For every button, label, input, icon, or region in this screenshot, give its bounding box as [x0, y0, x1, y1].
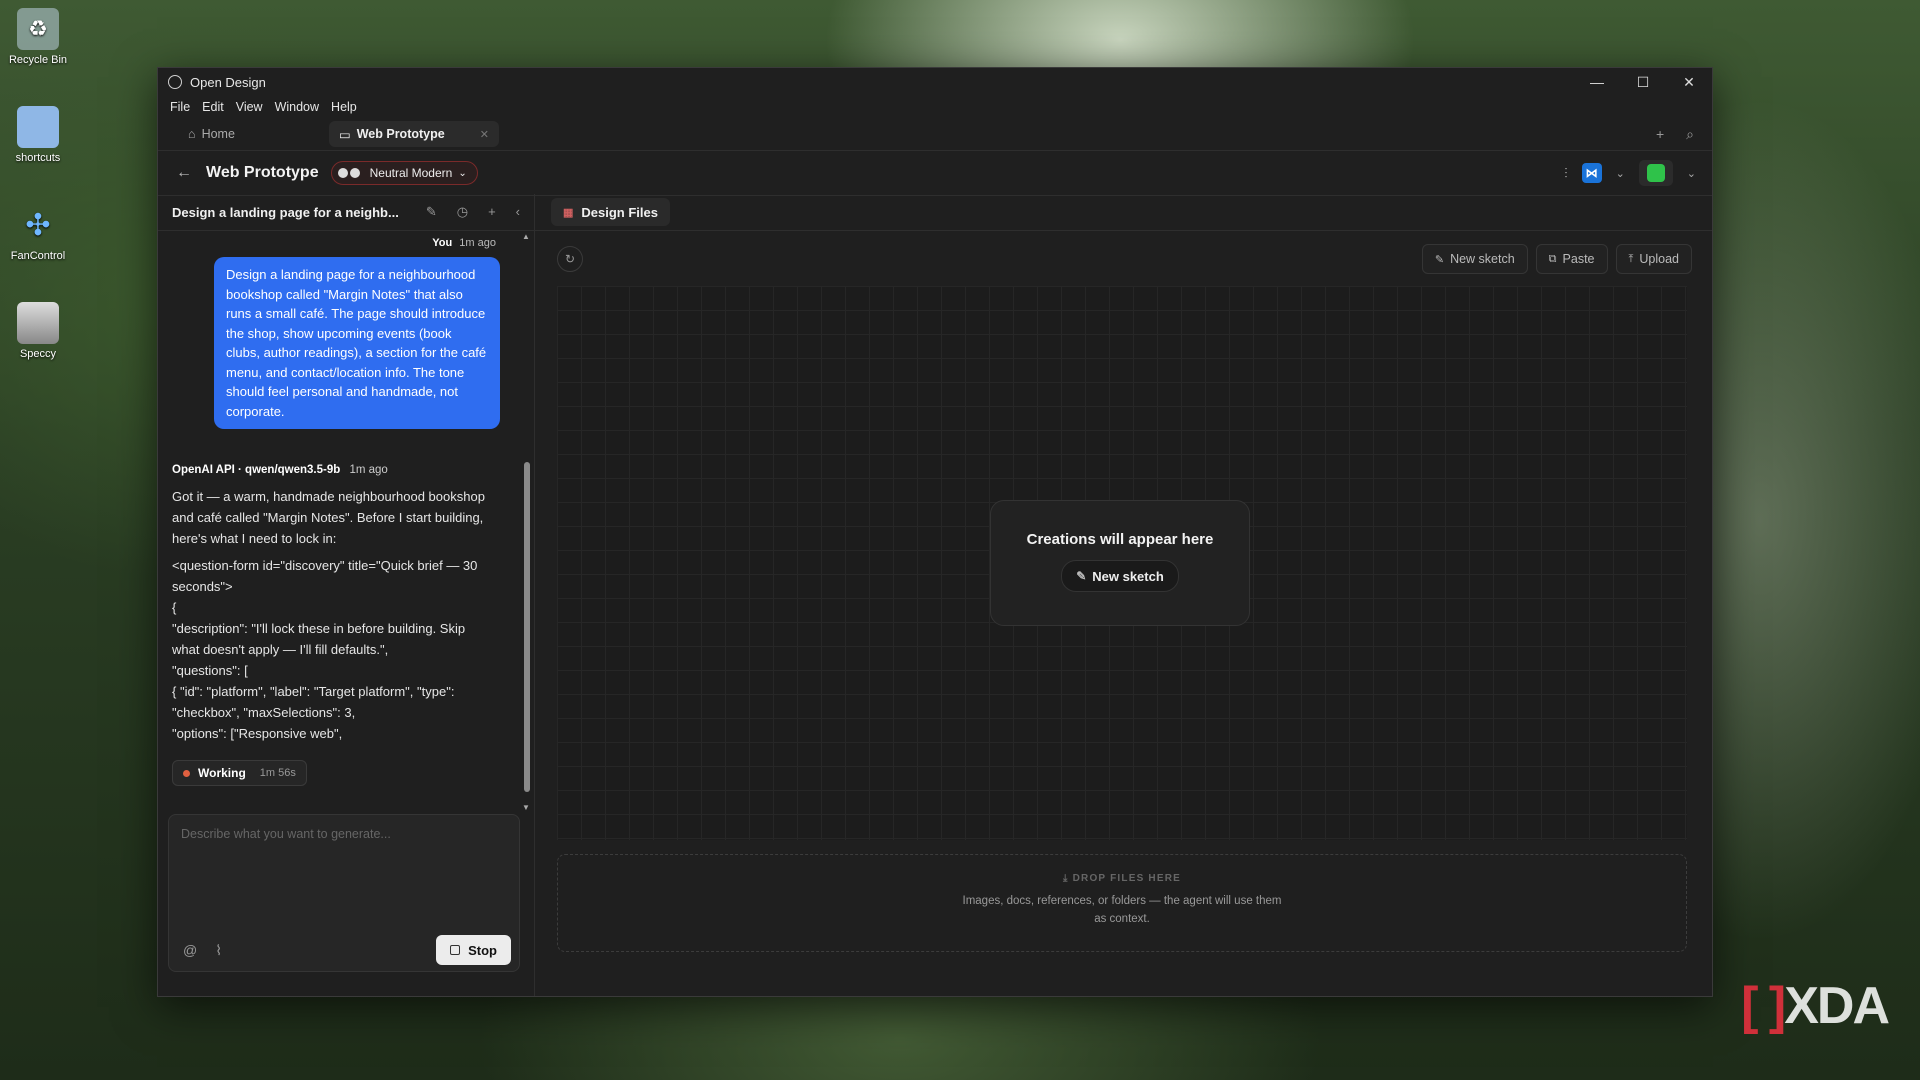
design-toolbar: ↻ ✎ New sketch ⧉ Paste ⤒ Upload — [535, 240, 1712, 276]
scroll-down-icon[interactable]: ▼ — [522, 803, 530, 812]
rename-pencil-icon[interactable]: ✎ — [426, 204, 437, 220]
assistant-line: "options": ["Responsive web", — [172, 726, 343, 741]
desktop-icon-shortcuts[interactable]: shortcuts — [4, 106, 72, 164]
recycle-bin-icon: ♻ — [17, 8, 59, 50]
scrollbar-thumb[interactable] — [524, 462, 530, 792]
agent-avatar-button[interactable] — [1638, 160, 1673, 186]
drop-description: Images, docs, references, or folders — t… — [962, 895, 1282, 925]
window-title: Open Design — [190, 74, 266, 90]
title-bar: Open Design — ☐ ✕ — [158, 68, 1712, 96]
stop-square-icon — [450, 945, 461, 955]
minimize-button[interactable]: — — [1574, 68, 1620, 96]
pencil-icon: ✎ — [1434, 253, 1445, 266]
scroll-up-icon[interactable]: ▲ — [522, 232, 530, 241]
search-icon[interactable]: ⌕ — [1686, 126, 1694, 143]
folder-icon — [17, 106, 59, 148]
mention-at-icon[interactable]: @ — [183, 942, 197, 959]
menu-bar: File Edit View Window Help — [158, 96, 1712, 118]
back-arrow-icon[interactable]: ← — [176, 164, 206, 182]
tab-design-files[interactable]: ▦ Design Files — [551, 198, 670, 226]
desktop-icon-fancontrol[interactable]: ✣ FanControl — [4, 204, 72, 263]
maximize-button[interactable]: ☐ — [1620, 68, 1666, 96]
paste-button[interactable]: ⧉ Paste — [1535, 244, 1608, 274]
desktop-icon-speccy[interactable]: Speccy — [4, 302, 72, 360]
settings-sliders-icon[interactable]: ⫶ — [1564, 165, 1568, 182]
menu-file[interactable]: File — [164, 100, 196, 114]
speccy-icon — [17, 302, 59, 344]
menu-edit[interactable]: Edit — [196, 100, 230, 114]
history-icon[interactable]: ◷ — [457, 204, 468, 220]
app-logo-icon — [168, 75, 182, 89]
new-tab-icon[interactable]: + — [1656, 126, 1664, 142]
collapse-panel-icon[interactable]: ‹ — [516, 204, 520, 220]
assistant-line: { "id": "platform", "label": "Target pla… — [172, 684, 455, 720]
chevron-down-icon: ⌄ — [458, 167, 467, 179]
menu-help[interactable]: Help — [325, 100, 363, 114]
tab-web-prototype[interactable]: ▭ Web Prototype ✕ — [328, 121, 499, 147]
status-dot-icon — [183, 769, 190, 777]
assistant-line: { — [172, 600, 177, 615]
empty-state-title: Creations will appear here — [1026, 531, 1214, 548]
new-conversation-icon[interactable]: + — [488, 204, 496, 220]
tab-close-icon[interactable]: ✕ — [480, 128, 489, 141]
assistant-message-meta: OpenAI API · qwen/qwen3.5-9b 1m ago — [172, 464, 388, 476]
file-drop-zone[interactable]: ⤓ DROP FILES HERE Images, docs, referenc… — [557, 854, 1687, 952]
agent-icon — [1646, 164, 1665, 182]
pencil-icon: ✎ — [1076, 569, 1087, 583]
menu-window[interactable]: Window — [269, 100, 325, 114]
xda-watermark: [ ]XDA — [1741, 977, 1890, 1035]
paste-icon: ⧉ — [1548, 252, 1557, 265]
conversation-title: Design a landing page for a neighb... — [172, 204, 399, 220]
stop-button[interactable]: Stop — [436, 935, 511, 965]
drop-heading: ⤓ DROP FILES HERE — [1063, 873, 1181, 884]
prompt-composer: @ ⌇ Stop — [168, 814, 523, 972]
chevron-down-icon[interactable]: ⌄ — [1687, 167, 1696, 180]
empty-new-sketch-button[interactable]: ✎ New sketch — [1061, 560, 1179, 592]
project-title: Web Prototype — [206, 164, 319, 181]
assistant-message: Got it — a warm, handmade neighbourhood … — [172, 486, 494, 744]
assistant-line: "questions": [ — [172, 663, 248, 678]
style-swatch-icon — [337, 168, 360, 178]
close-button[interactable]: ✕ — [1666, 68, 1712, 96]
new-sketch-button[interactable]: ✎ New sketch — [1421, 244, 1528, 274]
attach-paperclip-icon[interactable]: ⌇ — [215, 942, 222, 959]
user-message-bubble: Design a landing page for a neighbourhoo… — [214, 257, 500, 429]
folder-icon: ▭ — [338, 127, 351, 142]
working-status-badge: Working 1m 56s — [172, 760, 307, 786]
project-header: ← Web Prototype Neutral Modern ⌄ ⫶ ⋈ ⌄ ⌄ — [158, 151, 1712, 196]
menu-view[interactable]: View — [230, 100, 269, 114]
assistant-line: <question-form id="discovery" title="Qui… — [172, 558, 478, 594]
refresh-icon[interactable]: ↻ — [557, 246, 583, 272]
desktop-icon-recycle-bin[interactable]: ♻ Recycle Bin — [4, 8, 72, 66]
upload-icon: ⤒ — [1628, 252, 1634, 265]
design-style-selector[interactable]: Neutral Modern ⌄ — [330, 161, 478, 185]
tab-home[interactable]: ⌂ Home — [178, 121, 245, 147]
home-icon: ⌂ — [188, 127, 196, 141]
assistant-line: "description": "I'll lock these in befor… — [172, 621, 466, 657]
chevron-down-icon[interactable]: ⌄ — [1616, 167, 1625, 180]
message-scrollbar[interactable]: ▲ ▼ — [522, 232, 530, 812]
design-files-panel: ▦ Design Files ↻ ✎ New sketch ⧉ Paste ⤒ … — [535, 194, 1712, 996]
grid-icon: ▦ — [563, 206, 574, 219]
download-arrow-icon: ⤓ — [1063, 873, 1073, 884]
user-message-meta: You 1m ago — [432, 237, 496, 249]
prompt-input[interactable] — [169, 815, 523, 939]
conversation-header: Design a landing page for a neighb... ✎ … — [158, 194, 534, 231]
tab-strip: ⌂ Home ▭ Web Prototype ✕ + ⌕ — [158, 118, 1712, 151]
chat-panel: Design a landing page for a neighb... ✎ … — [158, 194, 535, 996]
message-list[interactable]: You 1m ago Design a landing page for a n… — [158, 231, 520, 797]
vscode-icon[interactable]: ⋈ — [1581, 163, 1602, 183]
upload-button[interactable]: ⤒ Upload — [1615, 244, 1692, 274]
fan-icon: ✣ — [25, 208, 51, 242]
design-canvas[interactable]: Creations will appear here ✎ New sketch — [557, 286, 1687, 840]
app-window: Open Design — ☐ ✕ File Edit View Window … — [157, 67, 1713, 997]
empty-state-card: Creations will appear here ✎ New sketch — [990, 500, 1250, 626]
